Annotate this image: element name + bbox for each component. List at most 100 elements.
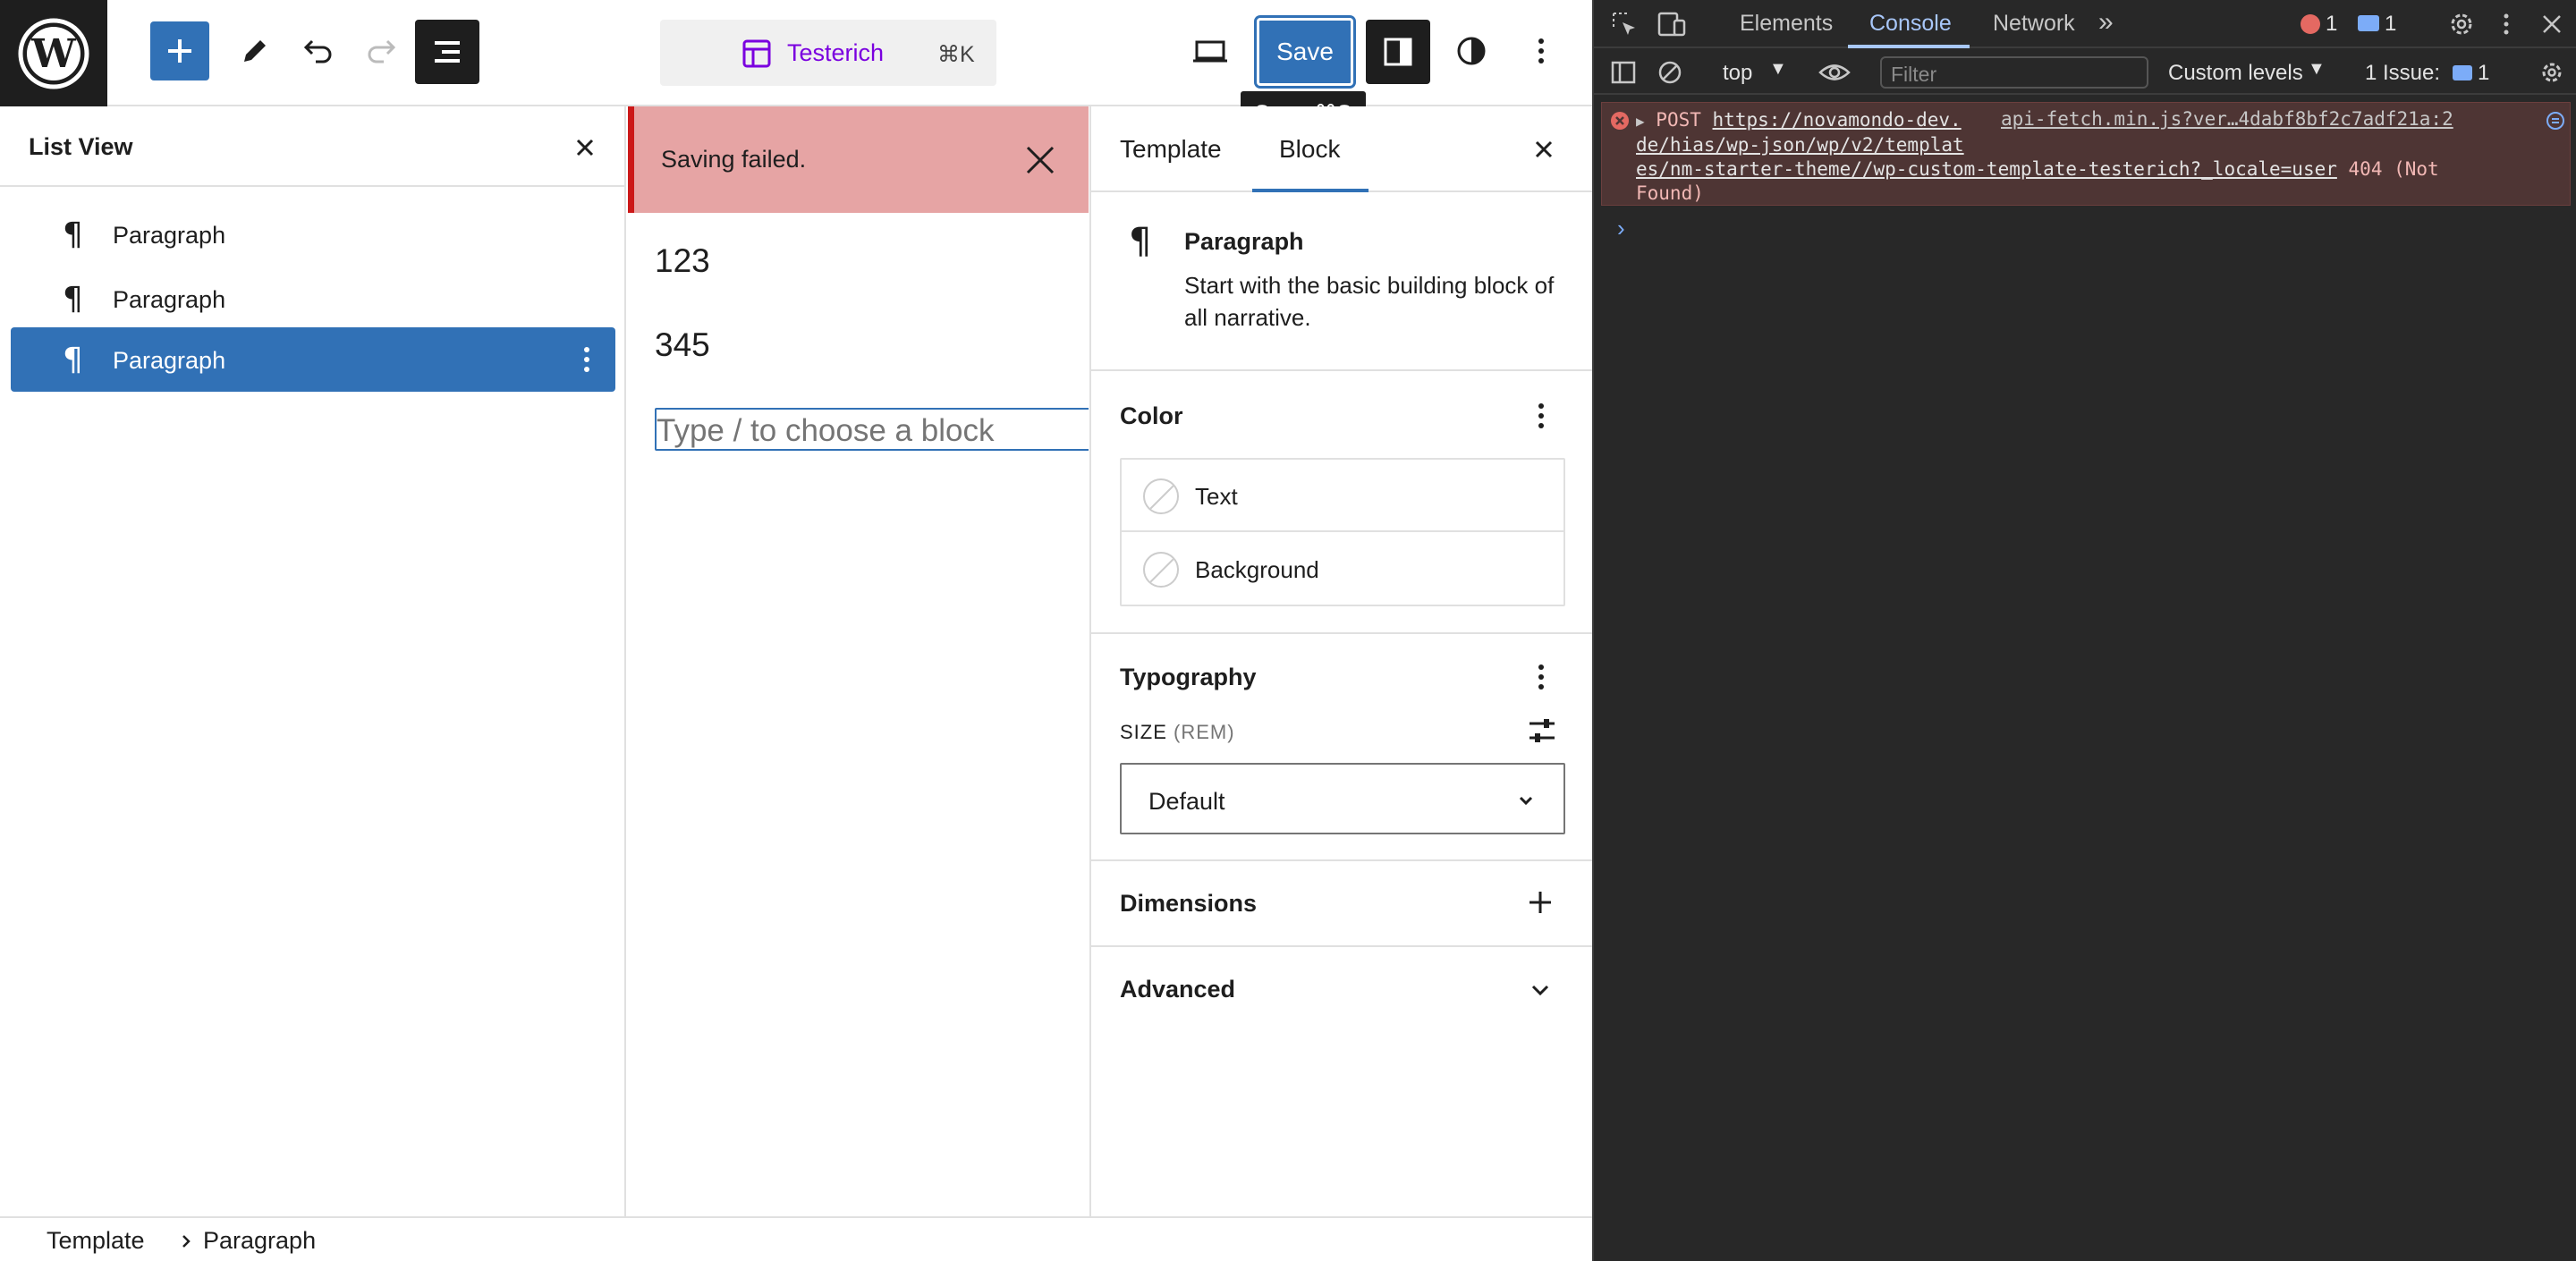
devtools-tab-console[interactable]: Console	[1869, 11, 1952, 37]
color-option-text[interactable]: Text	[1122, 460, 1563, 532]
font-size-value: Default	[1148, 788, 1225, 815]
redo-icon	[368, 39, 396, 63]
error-count[interactable]: 1	[2326, 12, 2337, 37]
console-prompt-chevron-icon[interactable]: ›	[1617, 215, 1625, 242]
color-panel-title: Color	[1120, 402, 1183, 429]
paragraph-icon: ¶	[63, 342, 83, 378]
error-status: 404 (Not	[2348, 158, 2439, 180]
more-vertical-icon[interactable]	[578, 342, 596, 377]
chevron-right-icon	[182, 1235, 191, 1248]
empty-paragraph-block[interactable]: Type / to choose a block	[655, 408, 1089, 451]
chevron-down-icon	[1531, 985, 1549, 996]
paragraph-icon: ¶	[63, 216, 83, 253]
advanced-panel-toggle[interactable]: Advanced	[1091, 947, 1594, 1031]
document-overview-button[interactable]	[415, 20, 479, 84]
font-size-select[interactable]: Default	[1120, 763, 1565, 834]
gear-icon[interactable]	[2447, 10, 2476, 38]
paragraph-block[interactable]: 345	[655, 326, 710, 364]
options-button[interactable]	[1510, 20, 1572, 82]
size-unit: (REM)	[1174, 721, 1235, 743]
message-count[interactable]: 1	[2385, 12, 2396, 37]
close-icon[interactable]	[1526, 131, 1562, 167]
tab-block[interactable]: Block	[1279, 135, 1340, 164]
settings-sliders-icon[interactable]	[1526, 715, 1558, 747]
color-option-label: Text	[1195, 483, 1238, 510]
block-inserter-button[interactable]	[150, 21, 209, 80]
close-icon[interactable]	[2538, 10, 2565, 38]
issues-label[interactable]: 1 Issue:	[2365, 61, 2440, 86]
breadcrumb-item-paragraph[interactable]: Paragraph	[203, 1227, 316, 1255]
error-notice: Saving failed.	[628, 106, 1089, 213]
command-center-bar[interactable]: Testerich ⌘K	[660, 20, 996, 86]
console-filter-input[interactable]: Filter	[1880, 56, 2148, 89]
breadcrumb-item-template[interactable]: Template	[47, 1227, 145, 1255]
dimensions-panel-toggle[interactable]: Dimensions	[1091, 861, 1594, 945]
expand-triangle-icon[interactable]: ▶	[1636, 113, 1645, 130]
desktop-icon	[1193, 40, 1227, 63]
color-swatch-icon	[1143, 478, 1179, 514]
issues-count[interactable]: 1	[2478, 61, 2489, 86]
undo-button[interactable]	[286, 20, 349, 82]
log-levels-dropdown[interactable]: Custom levels	[2168, 61, 2303, 86]
size-label-text: SIZE	[1120, 721, 1167, 743]
devtools-panel: Elements Console Network » 1 1 top ▼ Fil…	[1592, 0, 2576, 1261]
context-dropdown-icon[interactable]: ▼	[1769, 59, 1787, 80]
list-item-paragraph-selected[interactable]: ¶ Paragraph	[11, 327, 615, 392]
color-option-background[interactable]: Background	[1122, 533, 1563, 605]
tools-button[interactable]	[222, 20, 284, 82]
block-card-description: Start with the basic building block of a…	[1184, 272, 1555, 331]
sidebar-icon	[1384, 38, 1412, 66]
list-item-paragraph[interactable]: ¶ Paragraph	[11, 202, 615, 267]
template-icon	[742, 39, 771, 68]
divider	[1091, 632, 1594, 634]
more-vertical-icon[interactable]	[1528, 398, 1555, 434]
command-shortcut: ⌘K	[937, 42, 975, 67]
devtools-tab-network[interactable]: Network	[1993, 11, 2075, 37]
sidebar-tabs: Template Block	[1091, 106, 1594, 192]
active-tab-indicator	[1848, 45, 1970, 48]
error-icon	[1611, 112, 1629, 130]
devtools-tab-elements[interactable]: Elements	[1740, 11, 1833, 37]
typography-panel-title: Typography	[1120, 664, 1257, 690]
settings-toggle-button[interactable]	[1366, 20, 1430, 84]
plus-icon	[168, 39, 191, 63]
list-item-paragraph[interactable]: ¶ Paragraph	[11, 267, 615, 331]
color-options: Text Background	[1120, 458, 1565, 606]
tab-template[interactable]: Template	[1120, 135, 1222, 164]
list-view-panel: List View ¶ Paragraph ¶ Paragraph ¶ Para…	[0, 106, 626, 1216]
more-vertical-icon[interactable]	[1528, 659, 1555, 695]
levels-dropdown-icon: ▼	[2308, 59, 2326, 79]
notice-text: Saving failed.	[661, 146, 807, 173]
more-tabs-chevron-icon[interactable]: »	[2098, 7, 2114, 38]
paragraph-block[interactable]: 123	[655, 242, 710, 280]
gear-icon[interactable]	[2538, 59, 2565, 86]
context-selector[interactable]: top	[1723, 61, 1752, 86]
filter-placeholder: Filter	[1891, 63, 1937, 86]
error-url-part[interactable]: https://novamondo-dev.	[1713, 109, 1962, 131]
clear-console-icon[interactable]	[1657, 59, 1683, 86]
error-source-link[interactable]: api-fetch.min.js?ver…4dabf8bf2c7adf21a:2	[2001, 108, 2453, 130]
wordpress-logo-icon: W	[18, 18, 89, 89]
style-book-button[interactable]	[1440, 20, 1503, 82]
show-sidebar-icon[interactable]	[1610, 59, 1637, 86]
redo-button[interactable]	[351, 20, 413, 82]
wordpress-logo-button[interactable]: W	[0, 0, 107, 106]
more-vertical-icon[interactable]	[2499, 10, 2513, 38]
console-error-message[interactable]: ▶ POST https://novamondo-dev. de/hias/wp…	[1601, 102, 2571, 206]
undo-icon	[303, 39, 332, 63]
message-count-icon	[2358, 15, 2379, 31]
device-preview-button[interactable]	[1179, 20, 1241, 82]
close-icon[interactable]	[1022, 142, 1058, 178]
network-request-icon[interactable]	[2545, 110, 2566, 131]
device-toolbar-icon[interactable]	[1657, 10, 1687, 38]
error-url-part[interactable]: de/hias/wp-json/wp/v2/templat	[1636, 133, 2439, 157]
save-button[interactable]: Save	[1257, 18, 1353, 86]
advanced-panel-title: Advanced	[1120, 976, 1236, 1003]
breadcrumb: Template Paragraph	[0, 1216, 1592, 1261]
error-url-part[interactable]: es/nm-starter-theme//wp-custom-template-…	[1636, 158, 2337, 180]
issue-icon	[2453, 65, 2472, 80]
eye-icon[interactable]	[1818, 59, 1852, 86]
list-item-label: Paragraph	[113, 286, 226, 313]
close-icon[interactable]	[569, 131, 601, 164]
inspect-element-icon[interactable]	[1610, 10, 1639, 38]
